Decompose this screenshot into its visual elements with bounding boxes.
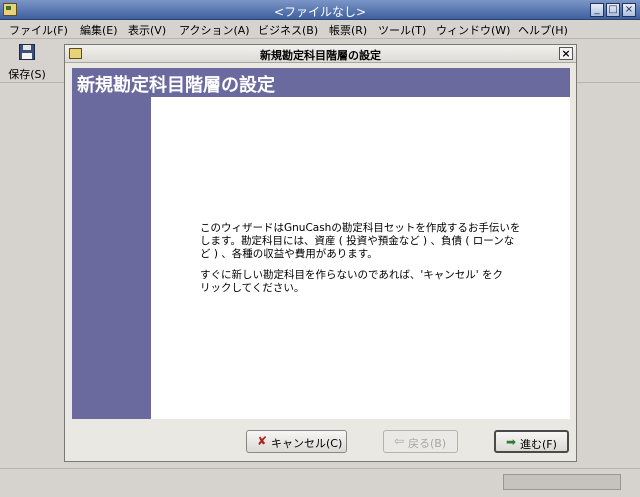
menu-file[interactable]: ファイル(F) <box>9 22 68 38</box>
account-setup-dialog: 新規勘定科目階層の設定 × 新規勘定科目階層の設定 このウィザードはGnuCas… <box>64 44 577 462</box>
close-icon[interactable]: × <box>622 3 636 17</box>
back-arrow-icon: ⇦ <box>394 434 405 448</box>
floppy-disk-icon <box>19 44 35 60</box>
forward-button-label: 進む(F) <box>520 438 557 451</box>
cancel-button-label: キャンセル(C) <box>271 437 343 450</box>
wizard-sidebar <box>72 97 151 419</box>
window-title: <ファイルなし> <box>273 5 367 19</box>
forward-button[interactable]: ➡ 進む(F) <box>494 430 569 453</box>
save-button-label: 保存(S) <box>8 68 46 81</box>
back-button-label: 戻る(B) <box>408 437 447 450</box>
menu-business[interactable]: ビジネス(B) <box>258 22 318 38</box>
wizard-content: このウィザードはGnuCashの勘定科目セットを作成するお手伝いを します。勘定… <box>151 97 570 419</box>
menu-actions[interactable]: アクション(A) <box>179 22 250 38</box>
menu-tools[interactable]: ツール(T) <box>378 22 426 38</box>
minimize-icon[interactable]: _ <box>590 3 604 17</box>
wizard-header: 新規勘定科目階層の設定 <box>72 68 570 97</box>
dialog-title: 新規勘定科目階層の設定 <box>260 49 381 62</box>
cancel-icon: ✘ <box>257 434 268 448</box>
menu-help[interactable]: ヘルプ(H) <box>518 22 568 38</box>
menu-reports[interactable]: 帳票(R) <box>329 22 367 38</box>
maximize-icon[interactable]: □ <box>606 3 620 17</box>
menu-view[interactable]: 表示(V) <box>128 22 166 38</box>
menubar: ファイル(F) 編集(E) 表示(V) アクション(A) ビジネス(B) 帳票(… <box>0 20 640 39</box>
progress-bar <box>503 474 621 490</box>
dialog-titlebar: 新規勘定科目階層の設定 × <box>65 45 576 63</box>
intro-paragraph: このウィザードはGnuCashの勘定科目セットを作成するお手伝いを します。勘定… <box>200 222 521 260</box>
cancel-hint-paragraph: すぐに新しい勘定科目を作らないのであれば、'キャンセル' をク リックしてくださ… <box>200 269 504 294</box>
dialog-close-icon[interactable]: × <box>559 47 573 60</box>
statusbar-divider <box>0 468 640 469</box>
forward-arrow-icon: ➡ <box>506 435 517 449</box>
menu-edit[interactable]: 編集(E) <box>80 22 118 38</box>
wizard-page-title: 新規勘定科目階層の設定 <box>77 75 275 96</box>
window-titlebar: <ファイルなし> _ □ × <box>0 0 640 20</box>
cancel-button[interactable]: ✘ キャンセル(C) <box>246 430 347 453</box>
back-button[interactable]: ⇦ 戻る(B) <box>383 430 458 453</box>
menu-window[interactable]: ウィンドウ(W) <box>436 22 510 38</box>
save-button[interactable]: 保存(S) <box>4 42 50 81</box>
